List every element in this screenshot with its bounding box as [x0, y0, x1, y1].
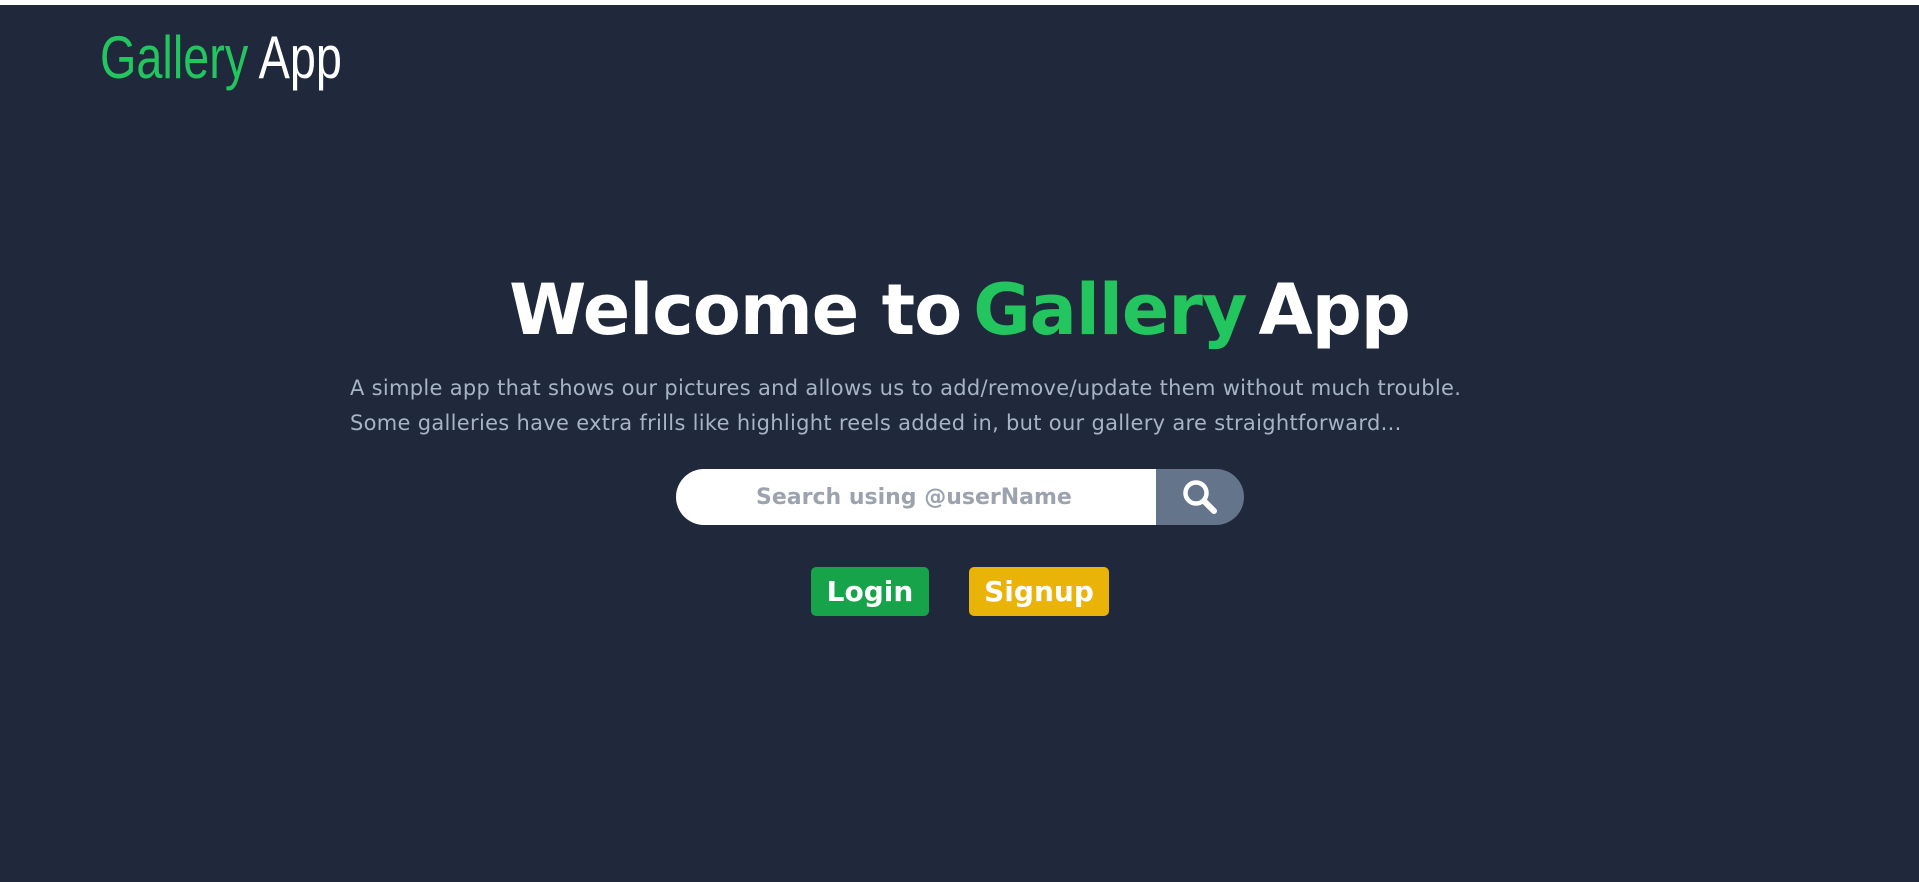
description-line-2: Some galleries have extra frills like hi… — [350, 411, 1402, 435]
landing-page: Gallery App — [0, 5, 1919, 882]
login-button[interactable]: Login — [811, 567, 929, 616]
description-line-1: A simple app that shows our pictures and… — [350, 376, 1462, 400]
app-logo[interactable]: Gallery App — [100, 23, 342, 93]
page-title: Welcome to Gallery App — [0, 262, 1919, 358]
title-welcome-text: Welcome to — [509, 269, 962, 351]
user-search-bar — [676, 469, 1244, 525]
logo-app-text: App — [258, 24, 342, 91]
signup-button[interactable]: Signup — [969, 567, 1109, 616]
search-input[interactable] — [676, 469, 1156, 525]
title-app-text: App — [1258, 269, 1411, 351]
search-icon — [1183, 480, 1217, 514]
hero-description: A simple app that shows our pictures and… — [350, 371, 1580, 441]
hero-section: Welcome to Gallery App — [0, 262, 1919, 358]
title-gallery-text: Gallery — [973, 269, 1247, 351]
logo-gallery-text: Gallery — [100, 24, 249, 91]
search-button[interactable] — [1156, 469, 1244, 525]
